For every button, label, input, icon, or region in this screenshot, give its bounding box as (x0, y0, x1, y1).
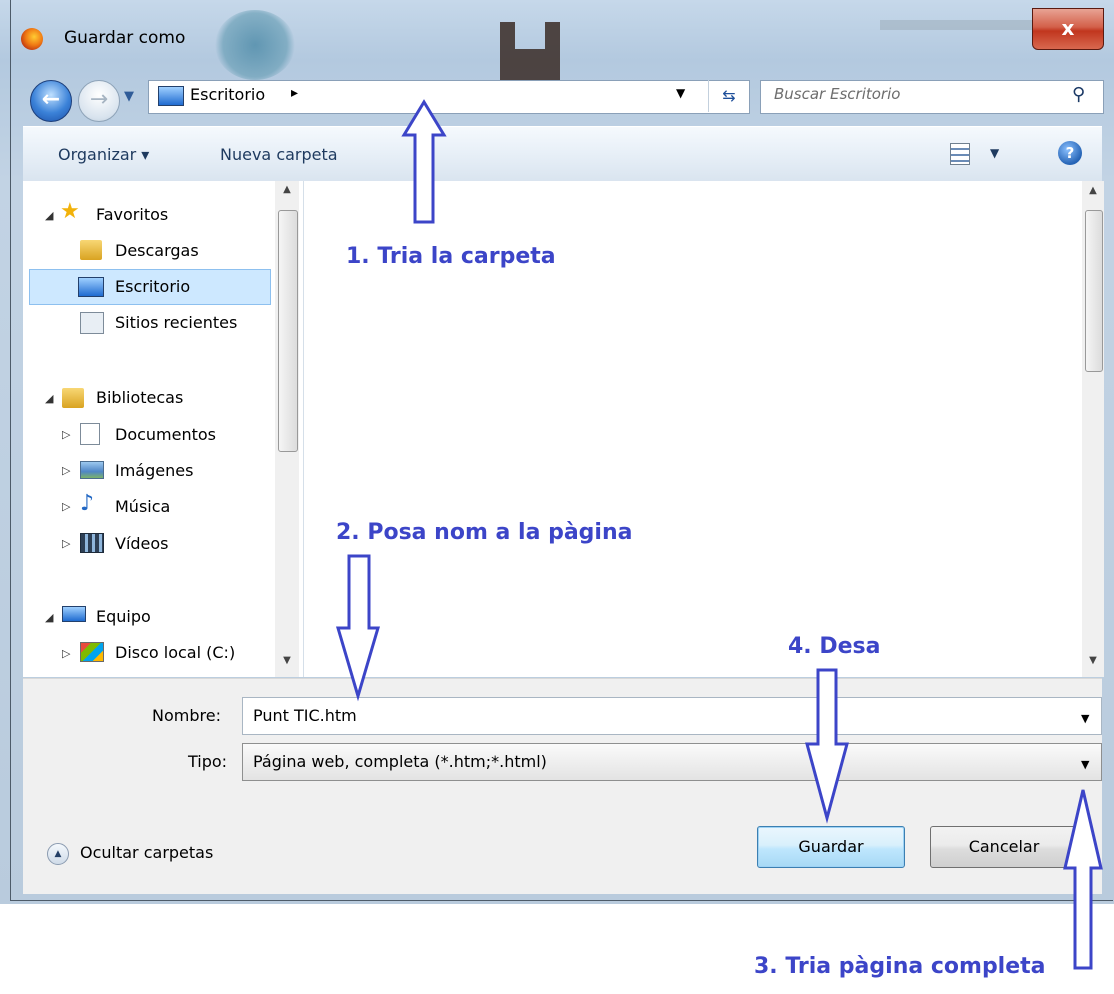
annotation-arrows (335, 99, 1103, 970)
annotation-arrow-1 (401, 99, 447, 224)
annotation-step-1: 1. Tria la carpeta (346, 244, 556, 269)
annotation-arrow-4 (805, 668, 849, 824)
annotation-step-3: 3. Tria pàgina completa (754, 954, 1046, 979)
annotation-arrow-2 (335, 554, 381, 702)
annotation-arrow-3 (1063, 789, 1103, 970)
annotation-step-2: 2. Posa nom a la pàgina (336, 520, 633, 545)
annotation-step-4: 4. Desa (788, 634, 881, 659)
